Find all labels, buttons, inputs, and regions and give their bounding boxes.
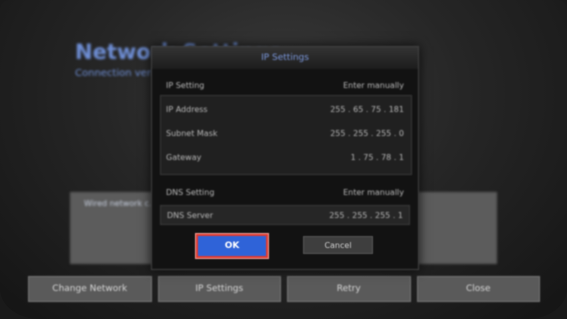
status-panel-text: Wired network c... (84, 199, 157, 208)
ip-settings-button[interactable]: IP Settings (157, 276, 281, 302)
ip-setting-value: Enter manually (343, 80, 404, 90)
cancel-button[interactable]: Cancel (303, 236, 373, 254)
gateway-row[interactable]: Gateway 1 . 75 . 78 . 1 (160, 147, 410, 167)
ok-button[interactable]: OK (196, 234, 268, 258)
gateway-label: Gateway (166, 152, 202, 162)
dns-server-value: 255 . 255 . 255 . 1 (329, 210, 403, 220)
dns-setting-label: DNS Setting (166, 187, 215, 197)
ip-address-label: IP Address (166, 104, 208, 114)
dns-setting-row[interactable]: DNS Setting Enter manually (160, 182, 410, 202)
ip-setting-label: IP Setting (166, 80, 205, 90)
change-network-button[interactable]: Change Network (28, 276, 152, 302)
ip-settings-dialog: IP Settings IP Setting Enter manually IP… (151, 46, 419, 270)
ip-setting-row[interactable]: IP Setting Enter manually (160, 75, 410, 95)
retry-button[interactable]: Retry (287, 276, 411, 302)
dialog-title: IP Settings (152, 47, 418, 69)
ip-address-row[interactable]: IP Address 255 . 65 . 75 . 181 (160, 99, 410, 119)
subnet-mask-value: 255 . 255 . 255 . 0 (330, 128, 404, 138)
dns-setting-value: Enter manually (343, 187, 404, 197)
dns-server-row[interactable]: DNS Server 255 . 255 . 255 . 1 (160, 205, 410, 225)
bottom-button-bar: Change Network IP Settings Retry Close (28, 276, 540, 302)
subnet-mask-label: Subnet Mask (166, 128, 218, 138)
dns-server-label: DNS Server (167, 210, 213, 220)
subnet-mask-row[interactable]: Subnet Mask 255 . 255 . 255 . 0 (160, 123, 410, 143)
close-button[interactable]: Close (416, 276, 540, 302)
tv-screen: Network Settings Connection verification… (0, 0, 567, 319)
gateway-value: 1 . 75 . 78 . 1 (350, 152, 404, 162)
ip-address-value: 255 . 65 . 75 . 181 (330, 104, 404, 114)
